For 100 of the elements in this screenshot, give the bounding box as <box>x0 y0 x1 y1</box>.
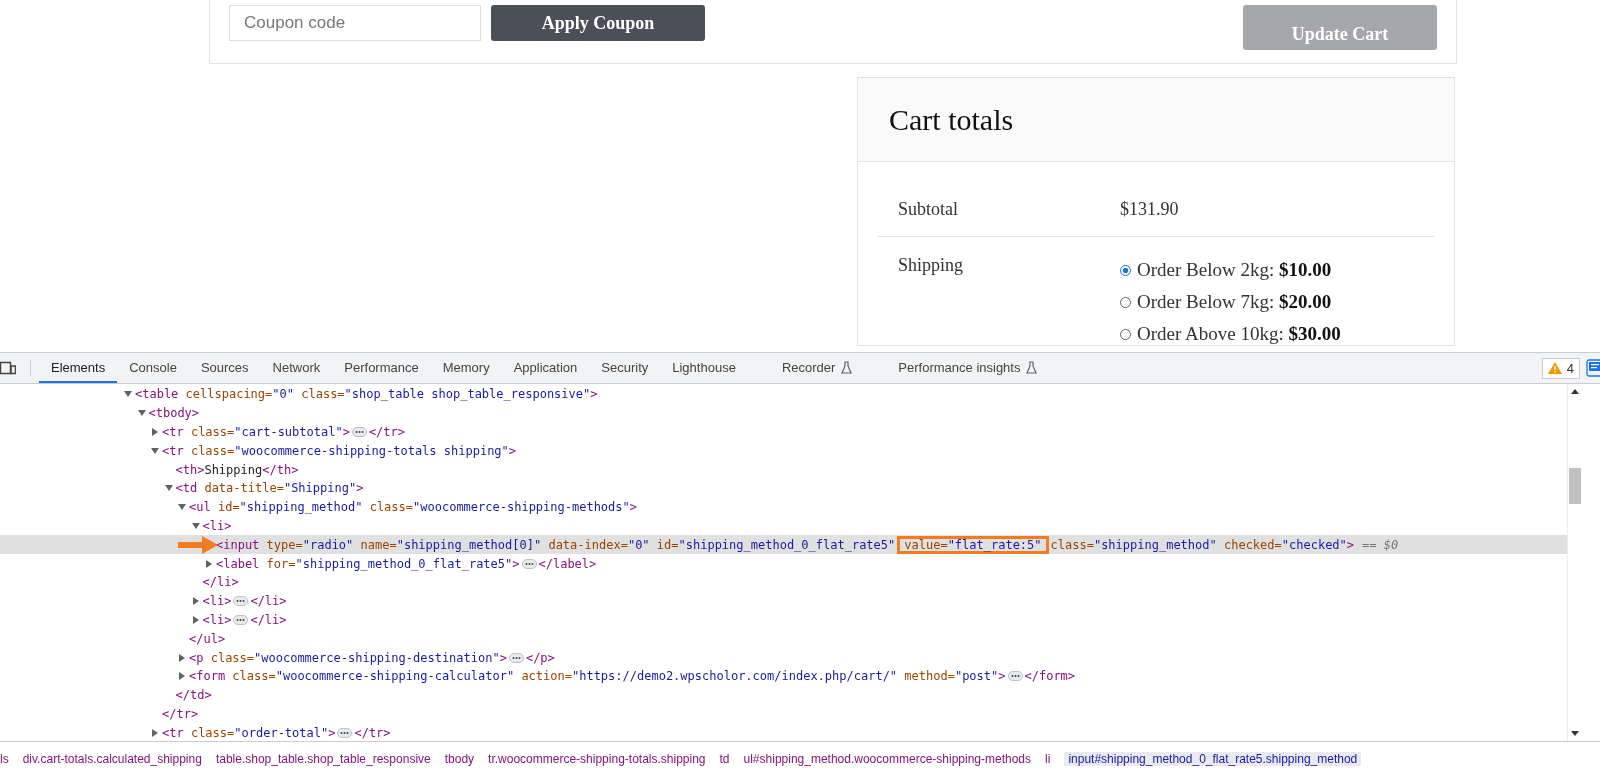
dom-node-row[interactable]: <li> </li> <box>0 610 1567 630</box>
dom-node-row[interactable]: <form class="woocommerce-shipping-calculator" action="https://demo2.wpscholor.com/index.php/cart/" method="post"> </form> <box>0 666 1567 686</box>
code-text: </tr> <box>368 425 406 439</box>
code-text: <td data-title="Shipping"> <box>175 481 364 496</box>
code-text: </label> <box>538 556 597 571</box>
scroll-up-icon[interactable] <box>1571 388 1579 394</box>
breadcrumb-item[interactable]: input#shipping_method_0_flat_rate5.shipping_method <box>1064 752 1362 766</box>
devtools-tab[interactable]: Elements <box>39 353 118 383</box>
devtools-tab[interactable]: Console <box>117 353 189 383</box>
breadcrumb-item[interactable]: td <box>719 752 730 766</box>
dom-node-row[interactable]: <td data-title="Shipping"> <box>0 479 1567 498</box>
collapsed-triangle-icon[interactable] <box>150 427 160 437</box>
dom-node-row[interactable]: <ul id="shipping_method" class="woocommerce-shipping-methods"> <box>0 497 1567 517</box>
code-text: </p> <box>525 650 555 665</box>
flask-icon <box>841 360 853 374</box>
code-text: </li> <box>250 594 287 609</box>
ellipsis-icon[interactable] <box>233 596 249 607</box>
subtotal-label: Subtotal <box>897 198 959 220</box>
cart-totals-title: Cart totals <box>889 102 1014 137</box>
ellipsis-icon[interactable] <box>1007 671 1023 682</box>
dom-node-row[interactable]: <li> </li> <box>0 591 1567 611</box>
devtools-tab[interactable]: Security <box>589 353 661 383</box>
code-text: </li> <box>202 575 239 590</box>
breadcrumb-item[interactable]: ul#shipping_method.woocommerce-shipping-methods <box>743 752 1032 766</box>
console-reference: == $0 <box>1362 537 1399 552</box>
devtools-tab[interactable]: Sources <box>188 353 261 383</box>
ellipsis-icon[interactable] <box>233 614 249 625</box>
warnings-counter[interactable]: 4 <box>1541 357 1580 379</box>
code-text: <th>Shipping</th> <box>175 462 299 477</box>
shipping-option-label[interactable]: Order Below 2kg: $10.00 <box>1137 259 1332 281</box>
subtotal-value: $131.90 <box>1120 198 1179 220</box>
flask-icon <box>1026 360 1038 374</box>
annotation-arrow <box>178 535 218 556</box>
devtools-tab[interactable]: Network <box>260 353 333 383</box>
code-text: <label for="shipping_method_0_flat_rate5"> <box>216 556 520 571</box>
breadcrumb-item[interactable]: li <box>1045 752 1051 766</box>
apply-coupon-button[interactable]: Apply Coupon <box>491 5 705 41</box>
code-text: <table cellspacing="0" class="shop_table shop_table_responsive"> <box>135 387 598 402</box>
code-text: <tr class="woocommerce-shipping-totals shipping"> <box>162 443 517 458</box>
code-text: </td> <box>175 688 212 703</box>
dom-node-row[interactable]: <th>Shipping</th> <box>0 460 1567 479</box>
breadcrumb-item[interactable]: table.shop_table.shop_table_responsive <box>215 752 431 766</box>
scroll-down-icon[interactable] <box>1571 731 1579 737</box>
dom-node-row[interactable]: <input type="radio" name="shipping_method[0]" data-index="0" id="shipping_method_0_flat_rate5" value="flat_rate:5" class="shipping_method" checked="checked"> == $0 <box>0 535 1567 555</box>
collapsed-triangle-icon[interactable] <box>177 671 187 682</box>
code-text: <tr class="order-total"> <box>162 725 336 740</box>
dom-node-row[interactable]: <tr class="woocommerce-shipping-totals shipping"> <box>0 441 1567 461</box>
code-text: <li> <box>202 594 232 609</box>
devtools-tab[interactable]: Recorder <box>769 353 865 383</box>
code-text: </form> <box>1024 669 1076 684</box>
code-text: </tr> <box>354 725 391 740</box>
code-text: <input type="radio" name="shipping_method[0]" data-index="0" id="shipping_method_0_flat_rate5" <box>216 537 896 552</box>
ellipsis-icon[interactable] <box>508 652 524 663</box>
breadcrumb-item[interactable]: tr.woocommerce-shipping-totals.shipping <box>488 752 706 766</box>
coupon-code-field[interactable]: Coupon code <box>229 5 481 41</box>
code-text: </ul> <box>189 631 226 646</box>
collapsed-triangle-icon[interactable] <box>190 596 201 607</box>
dom-node-row[interactable]: <tr class="cart-subtotal"> </tr> <box>0 422 1567 442</box>
devtools-tab[interactable]: Performance insights <box>886 353 1050 383</box>
ellipsis-icon[interactable] <box>337 727 353 738</box>
dom-node-row[interactable]: <tbody> <box>0 403 1567 423</box>
devtools-tab[interactable]: Memory <box>430 353 502 383</box>
code-text: <li> <box>202 612 232 627</box>
devtools-tab[interactable]: Lighthouse <box>660 353 748 383</box>
code-text: </tr> <box>162 706 199 721</box>
breadcrumb-item[interactable]: ls <box>0 752 9 766</box>
warning-count: 4 <box>1566 360 1574 376</box>
devtools-tab[interactable]: Performance <box>332 353 431 383</box>
device-toggle-icon[interactable] <box>0 361 16 375</box>
collapsed-triangle-icon[interactable] <box>204 558 214 569</box>
devtools-tab[interactable]: Application <box>501 353 590 383</box>
shipping-option-label[interactable]: Order Above 10kg: $30.00 <box>1137 323 1341 345</box>
collapsed-triangle-icon[interactable] <box>190 614 201 625</box>
code-text: <form class="woocommerce-shipping-calculator" action="https://demo2.wpscholor.com/index.php/cart/" method="post"> <box>189 669 1006 684</box>
collapsed-triangle-icon[interactable] <box>150 727 160 738</box>
breadcrumb-item[interactable]: div.cart-totals.calculated_shipping <box>22 752 202 766</box>
expanded-triangle-icon[interactable] <box>150 445 160 456</box>
code-text: class="shipping_method" checked="checked"> <box>1050 537 1355 552</box>
collapsed-triangle-icon[interactable] <box>177 652 187 663</box>
scrollbar[interactable] <box>1567 384 1582 741</box>
shipping-label: Shipping <box>897 255 964 277</box>
expanded-triangle-icon[interactable] <box>190 520 201 531</box>
scrollbar-thumb[interactable] <box>1569 468 1581 504</box>
code-text: <tbody> <box>148 406 200 421</box>
message-icon[interactable] <box>1586 359 1600 377</box>
code-text: </li> <box>250 612 287 627</box>
code-text: <li> <box>202 518 232 533</box>
shipping-option-label[interactable]: Order Below 7kg: $20.00 <box>1137 291 1332 313</box>
code-text: <ul id="shipping_method" class="woocommerce-shipping-methods"> <box>189 500 637 515</box>
radio-button[interactable] <box>1120 264 1131 276</box>
dom-node-row[interactable]: <table cellspacing="0" class="shop_table shop_table_responsive"> <box>0 385 1567 404</box>
warning-icon <box>1547 362 1562 374</box>
ellipsis-icon[interactable] <box>351 427 367 437</box>
dom-node-row[interactable]: <label for="shipping_method_0_flat_rate5"> </label> <box>0 554 1567 573</box>
dom-node-row[interactable]: <li> <box>0 516 1567 536</box>
code-text: <p class="woocommerce-shipping-destination"> <box>189 650 507 665</box>
ellipsis-icon[interactable] <box>521 558 537 569</box>
breadcrumb-item[interactable]: tbody <box>444 752 475 766</box>
dom-node-row[interactable]: <tr class="order-total"> </tr> <box>0 723 1567 741</box>
dom-node-row[interactable]: <p class="woocommerce-shipping-destination"> </p> <box>0 648 1567 667</box>
